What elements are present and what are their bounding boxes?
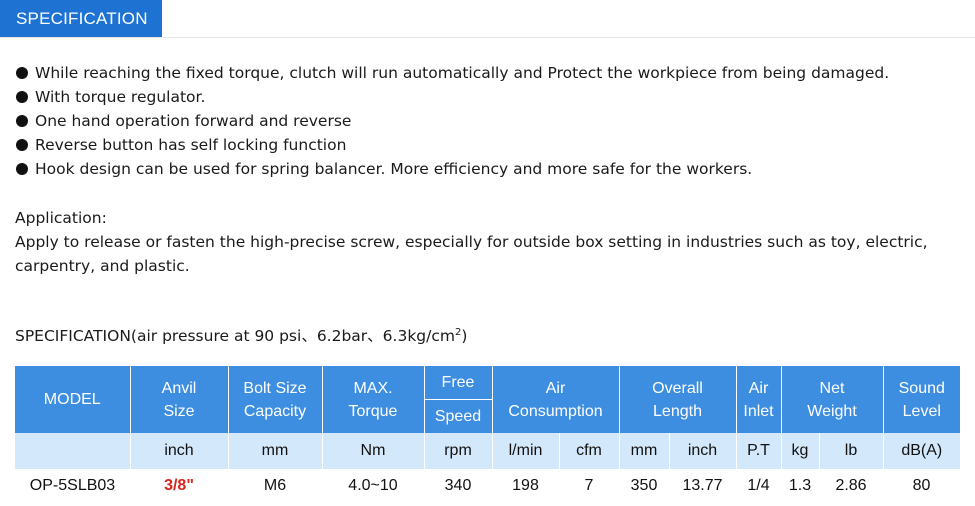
header-anvil: Anvil Size — [130, 366, 229, 433]
bullet-icon — [16, 115, 28, 127]
spec-heading: SPECIFICATION(air pressure at 90 psi、6.2… — [15, 326, 468, 345]
cell-anvil: 3/8" — [164, 477, 194, 494]
unit-cell: lb — [819, 433, 884, 469]
cell-lmin: 198 — [512, 477, 539, 494]
header-air-consumption: Air Consumption — [492, 366, 620, 433]
unit-cell: kg — [781, 433, 820, 469]
bullet-icon — [16, 139, 28, 151]
cell-inch: 13.77 — [682, 477, 723, 494]
cell-mm: 350 — [630, 477, 658, 494]
application-title: Application: — [15, 209, 107, 227]
header-overall-length: Overall Length — [619, 366, 737, 433]
feature-text: While reaching the fixed torque, clutch … — [35, 64, 890, 82]
unit-cell: P.T — [736, 433, 782, 469]
application-section: Application: Apply to release or fasten … — [15, 206, 935, 278]
application-body: Apply to release or fasten the high-prec… — [15, 233, 928, 275]
bullet-icon — [16, 163, 28, 175]
tab-bar: SPECIFICATION — [0, 0, 975, 38]
list-item: While reaching the fixed torque, clutch … — [16, 61, 889, 85]
cell-inlet: 1/4 — [747, 477, 770, 494]
unit-cell: cfm — [559, 433, 620, 469]
unit-cell: l/min — [492, 433, 560, 469]
unit-cell: dB(A) — [883, 433, 961, 469]
unit-cell: Nm — [322, 433, 425, 469]
bullet-icon — [16, 67, 28, 79]
cell-bolt: M6 — [263, 477, 287, 494]
cell-kg: 1.3 — [788, 477, 812, 494]
tab-specification[interactable]: SPECIFICATION — [0, 0, 162, 37]
spec-table: MODEL Anvil Size Bolt Size Capacity MAX. To… — [15, 366, 961, 503]
cell-speed: 340 — [444, 477, 472, 494]
list-item: Reverse button has self locking function — [16, 133, 889, 157]
unit-model — [15, 433, 131, 469]
header-speed: Speed — [424, 399, 493, 433]
unit-cell: inch — [130, 433, 229, 469]
unit-cell: rpm — [424, 433, 493, 469]
unit-cell: mm — [228, 433, 323, 469]
list-item: Hook design can be used for spring balan… — [16, 157, 889, 181]
bullet-icon — [16, 91, 28, 103]
cell-cfm: 7 — [584, 477, 594, 494]
list-item: With torque regulator. — [16, 85, 889, 109]
header-air-inlet: Air Inlet — [736, 366, 782, 433]
feature-text: One hand operation forward and reverse — [35, 112, 352, 130]
header-free: Free — [424, 366, 493, 400]
feature-text: Hook design can be used for spring balan… — [35, 160, 753, 178]
header-model: MODEL — [15, 366, 131, 433]
list-item: One hand operation forward and reverse — [16, 109, 889, 133]
unit-cell: mm — [619, 433, 670, 469]
table-row: OP-5SLB03 3/8" M6 4.0~10 340 198 7 350 1… — [15, 469, 960, 503]
feature-text: With torque regulator. — [35, 88, 206, 106]
cell-torque: 4.0~10 — [348, 477, 398, 494]
header-bolt: Bolt Size Capacity — [228, 366, 323, 433]
header-torque: MAX. Torque — [322, 366, 425, 433]
feature-text: Reverse button has self locking function — [35, 136, 347, 154]
unit-cell: inch — [669, 433, 737, 469]
cell-model: OP-5SLB03 — [29, 477, 116, 494]
cell-dba: 80 — [912, 477, 931, 494]
feature-list: While reaching the fixed torque, clutch … — [16, 61, 889, 181]
header-net-weight: Net Weight — [781, 366, 884, 433]
header-sound: Sound Level — [883, 366, 961, 433]
cell-lb: 2.86 — [835, 477, 867, 494]
